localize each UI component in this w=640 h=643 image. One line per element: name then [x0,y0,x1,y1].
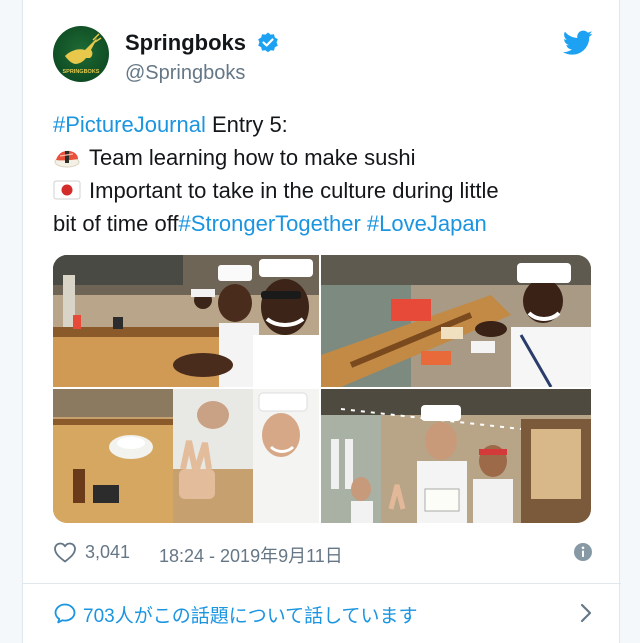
tweet-meta: 3,041 18:24 - 2019年9月11日 [53,540,593,566]
springbok-logo-icon: SPRINGBOKS [63,33,102,75]
twitter-bird-icon[interactable] [563,30,593,56]
photo-sushi-counter-peace-sign[interactable] [53,389,319,523]
japan-flag-emoji-icon [53,180,81,200]
photo-sushi-chef-smile[interactable] [321,255,591,387]
info-icon[interactable] [573,542,593,562]
tweet-line-2: Team learning how to make sushi [53,141,593,174]
tweet-line-1: #PictureJournal Entry 5: [53,108,593,141]
tweet-timestamp[interactable]: 18:24 - 2019年9月11日 [159,542,343,568]
display-name[interactable]: Springboks [125,30,246,56]
hashtag-picturejournal[interactable]: #PictureJournal [53,112,206,137]
account-names: Springboks @Springboks [125,30,280,85]
tweet-line-2-text: Team learning how to make sushi [89,145,416,170]
tweet-line-3: Important to take in the culture during … [53,174,593,207]
speech-bubble-icon [54,603,76,624]
divider [23,583,621,584]
avatar-wordmark: SPRINGBOKS [63,69,100,75]
media-grid [53,255,591,523]
tweet-line-1-text: Entry 5: [205,112,288,137]
like-count[interactable]: 3,041 [85,542,130,563]
heart-icon[interactable] [53,541,77,563]
avatar[interactable]: SPRINGBOKS [53,26,109,82]
sushi-emoji-icon [54,150,80,168]
verified-badge-icon [258,32,279,53]
chevron-right-icon [580,603,592,623]
tweet-card: SPRINGBOKS Springboks @Springboks #Pictu… [22,0,621,643]
photo-sushi-bar-selfie[interactable] [53,255,319,387]
hashtag-strongertogether[interactable]: #StrongerTogether [179,211,361,236]
conversation-link[interactable]: 703人がこの話題について話しています [53,598,593,628]
photo-sushi-restaurant-group[interactable] [321,389,591,523]
hashtag-lovejapan[interactable]: #LoveJapan [367,211,487,236]
tweet-line-4: bit of time off#StrongerTogether #LoveJa… [53,207,593,240]
conversation-label: 703人がこの話題について話しています [83,606,418,627]
tweet-header: SPRINGBOKS Springboks @Springboks [53,26,593,86]
tweet-line-3-text: Important to take in the culture during … [89,178,499,203]
tweet-line-4-text: bit of time off [53,211,179,236]
tweet-text: #PictureJournal Entry 5: Team learning h… [53,108,593,240]
account-handle[interactable]: @Springboks [125,62,280,85]
